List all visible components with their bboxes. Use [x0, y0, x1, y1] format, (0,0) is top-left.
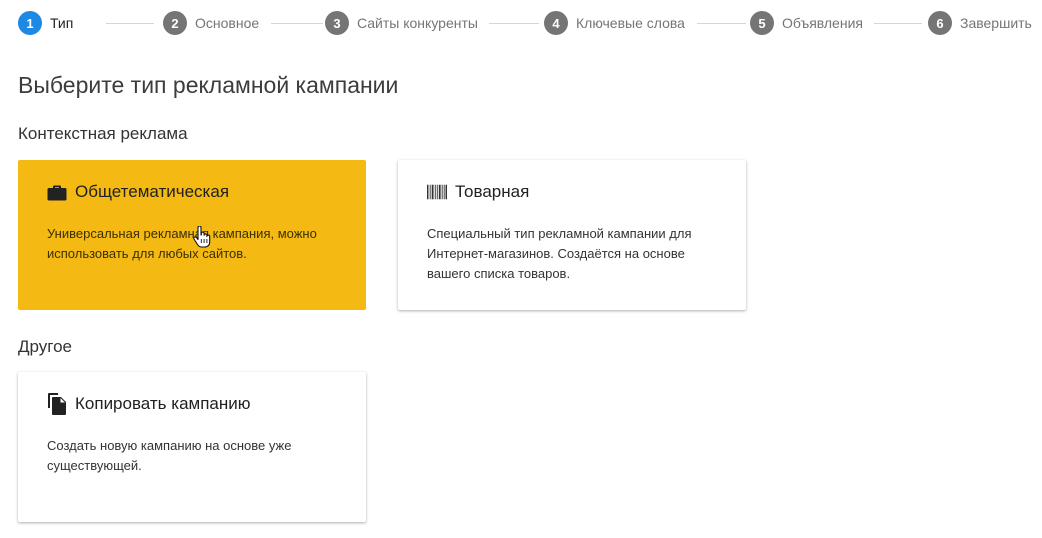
page-title: Выберите тип рекламной кампании	[18, 72, 399, 98]
campaign-type-products-card[interactable]: Товарная Специальный тип рекламной кампа…	[398, 160, 746, 310]
step-basic[interactable]: 2 Основное	[163, 11, 259, 35]
card-header: Копировать кампанию	[47, 393, 251, 415]
step-keywords[interactable]: 4 Ключевые слова	[544, 11, 685, 35]
step-label: Ключевые слова	[576, 15, 685, 31]
step-number: 4	[544, 11, 568, 35]
card-description: Создать новую кампанию на основе уже сущ…	[47, 438, 292, 473]
step-label: Объявления	[782, 15, 863, 31]
barcode-icon	[427, 182, 447, 202]
step-finish[interactable]: 6 Завершить	[928, 11, 1032, 35]
copy-campaign-card[interactable]: Копировать кампанию Создать новую кампан…	[18, 372, 366, 522]
step-competitor-sites[interactable]: 3 Сайты конкуренты	[325, 11, 478, 35]
step-type[interactable]: 1 Тип	[18, 11, 73, 35]
briefcase-icon	[47, 182, 67, 202]
campaign-type-general-card[interactable]: Общетематическая Универсальная рекламная…	[18, 160, 366, 310]
step-number: 3	[325, 11, 349, 35]
step-divider	[874, 23, 922, 24]
step-label: Основное	[195, 15, 260, 31]
step-label: Сайты конкуренты	[357, 15, 478, 31]
step-number: 1	[18, 11, 42, 35]
step-number: 6	[928, 11, 952, 35]
card-description: Специальный тип рекламной кампании для И…	[427, 226, 692, 281]
card-header: Общетематическая	[47, 182, 229, 202]
section-title-other: Другое	[18, 337, 73, 356]
step-divider	[271, 23, 323, 24]
stepper: 1 Тип 2 Основное 3 Сайты конкуренты 4 Кл…	[18, 11, 1034, 35]
card-header: Товарная	[427, 182, 529, 202]
step-divider	[106, 23, 154, 24]
step-number: 5	[750, 11, 774, 35]
card-title: Копировать кампанию	[75, 394, 251, 413]
step-divider	[697, 23, 746, 24]
card-title: Общетематическая	[75, 182, 230, 201]
copy-file-icon	[47, 393, 67, 415]
card-title: Товарная	[455, 182, 530, 201]
step-label: Тип	[50, 15, 74, 31]
step-label: Завершить	[960, 15, 1032, 31]
section-title-contextual: Контекстная реклама	[18, 124, 188, 143]
step-number: 2	[163, 11, 187, 35]
step-ads[interactable]: 5 Объявления	[750, 11, 863, 35]
card-description: Универсальная рекламная кампания, можно …	[47, 226, 317, 261]
step-divider	[489, 23, 539, 24]
